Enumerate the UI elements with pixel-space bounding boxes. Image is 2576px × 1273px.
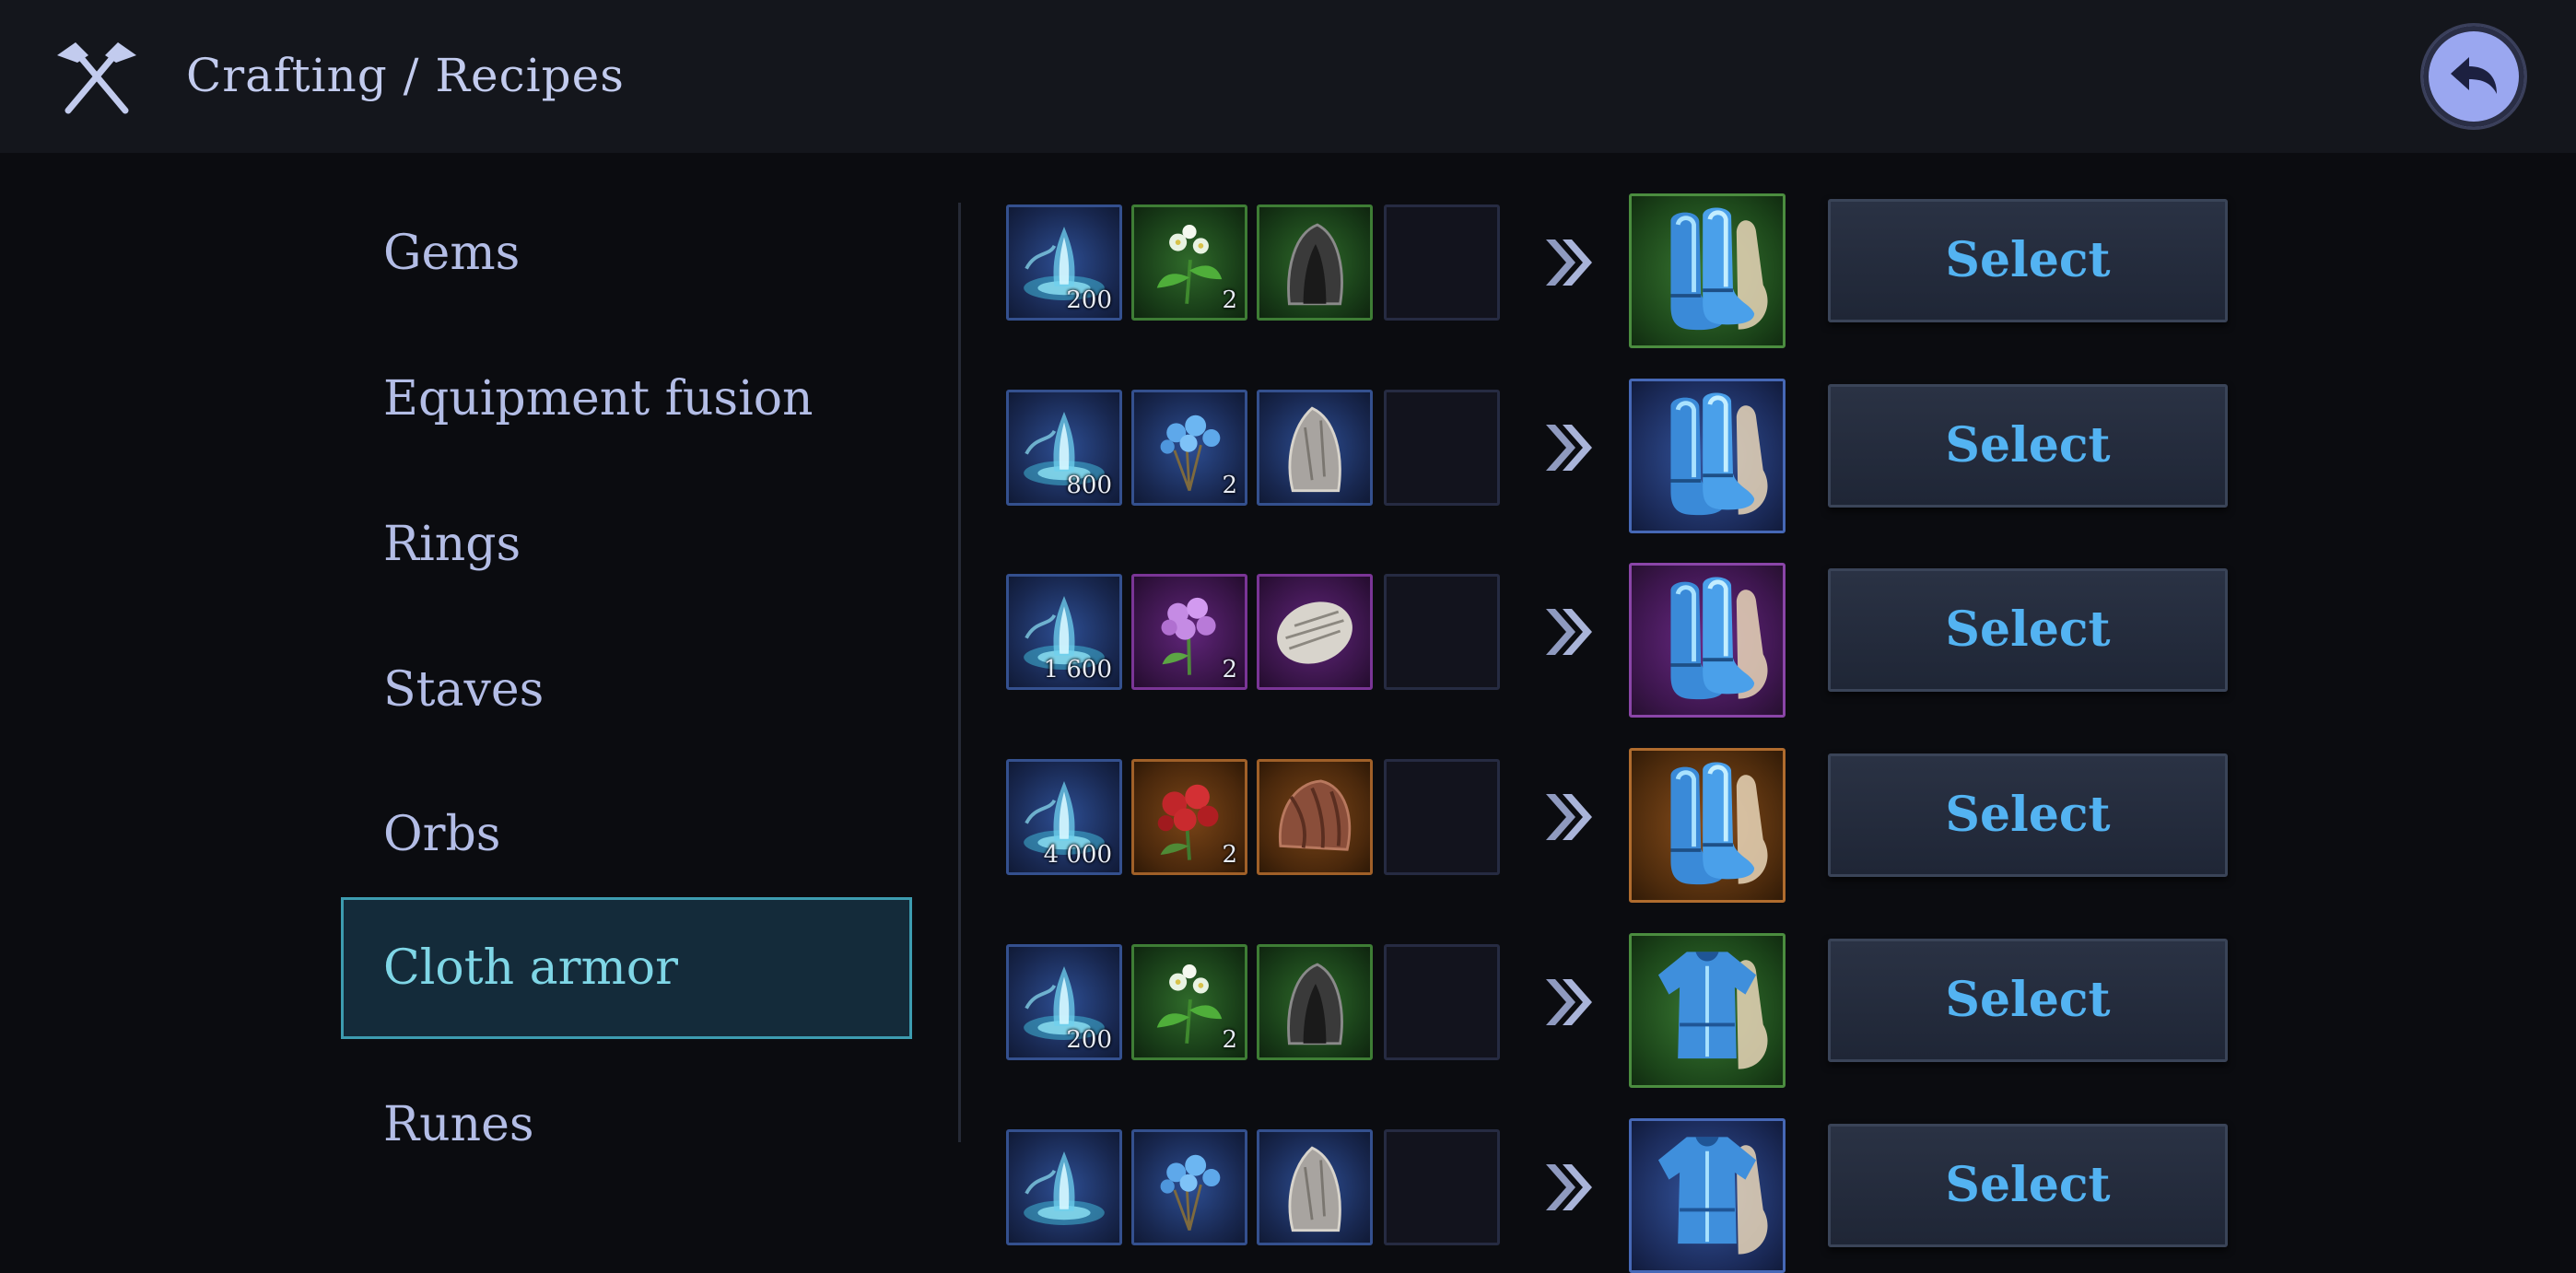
recipe-row: Select [1006,1118,2241,1273]
recipe-row: 4 000 2 Select [1006,748,2241,903]
essence-quantity: 200 [1066,1026,1112,1054]
flower-slot[interactable] [1131,1129,1247,1245]
flower-quantity: 2 [1222,1026,1237,1054]
back-button[interactable] [2423,26,2524,127]
category-cloth-armor[interactable]: Cloth armor [341,897,912,1039]
empty-slot[interactable] [1384,574,1500,690]
boots-icon [1632,196,1783,345]
essence-slot[interactable]: 200 [1006,204,1122,321]
category-orbs[interactable]: Orbs [341,764,912,905]
result-slot[interactable] [1629,563,1786,718]
boots-icon [1632,566,1783,715]
blue-flower-icon [1134,1132,1245,1243]
essence-quantity: 1 600 [1043,656,1112,683]
crossed-hammers-icon [52,35,142,118]
back-arrow-icon [2451,57,2497,94]
empty-slot[interactable] [1384,944,1500,1060]
arrow-right-icon [1540,788,1596,846]
select-button[interactable]: Select [1828,1124,2228,1247]
result-slot[interactable] [1629,748,1786,903]
category-equipment-fusion[interactable]: Equipment fusion [341,328,912,470]
recipe-row: 800 2 Select [1006,379,2241,533]
page-title: Crafting / Recipes [186,49,625,102]
result-slot[interactable] [1629,1118,1786,1273]
recipe-row: 200 2 Select [1006,933,2241,1088]
stone-icon [1259,1132,1370,1243]
stone-icon [1259,947,1370,1057]
flower-quantity: 2 [1222,286,1237,314]
fur-icon [1259,577,1370,687]
flower-slot[interactable]: 2 [1131,574,1247,690]
essence-slot[interactable]: 4 000 [1006,759,1122,875]
result-slot[interactable] [1629,193,1786,348]
recipe-row: 1 600 2 Select [1006,563,2241,718]
sidebar-divider [958,203,961,1142]
flower-quantity: 2 [1222,472,1237,499]
arrow-right-icon [1540,1159,1596,1216]
arrow-right-icon [1540,974,1596,1031]
empty-slot[interactable] [1384,759,1500,875]
flower-slot[interactable]: 2 [1131,759,1247,875]
top-bar: Crafting / Recipes [0,0,2576,153]
flower-slot[interactable]: 2 [1131,204,1247,321]
category-gems[interactable]: Gems [341,182,912,324]
flower-quantity: 2 [1222,656,1237,683]
material-slot[interactable] [1257,944,1373,1060]
category-rings[interactable]: Rings [341,473,912,615]
fur-icon [1259,762,1370,872]
essence-slot[interactable]: 800 [1006,390,1122,506]
stone-icon [1259,207,1370,318]
robe-icon [1632,936,1783,1085]
category-runes[interactable]: Runes [341,1054,912,1196]
boots-icon [1632,381,1783,531]
essence-quantity: 200 [1066,286,1112,314]
material-slot[interactable] [1257,390,1373,506]
material-slot[interactable] [1257,204,1373,321]
recipe-row: 200 2 Select [1006,193,2241,348]
category-staves[interactable]: Staves [341,619,912,761]
material-slot[interactable] [1257,1129,1373,1245]
material-slot[interactable] [1257,574,1373,690]
flower-slot[interactable]: 2 [1131,390,1247,506]
empty-slot[interactable] [1384,1129,1500,1245]
essence-quantity: 800 [1066,472,1112,499]
select-button[interactable]: Select [1828,568,2228,692]
arrow-right-icon [1540,234,1596,291]
select-button[interactable]: Select [1828,753,2228,877]
empty-slot[interactable] [1384,390,1500,506]
robe-icon [1632,1121,1783,1270]
result-slot[interactable] [1629,379,1786,533]
essence-quantity: 4 000 [1043,841,1112,869]
boots-icon [1632,751,1783,900]
essence-icon [1009,1132,1119,1243]
flower-slot[interactable]: 2 [1131,944,1247,1060]
select-button[interactable]: Select [1828,199,2228,322]
essence-slot[interactable] [1006,1129,1122,1245]
arrow-right-icon [1540,603,1596,660]
arrow-right-icon [1540,419,1596,476]
empty-slot[interactable] [1384,204,1500,321]
flower-quantity: 2 [1222,841,1237,869]
select-button[interactable]: Select [1828,939,2228,1062]
essence-slot[interactable]: 1 600 [1006,574,1122,690]
stone-icon [1259,392,1370,503]
essence-slot[interactable]: 200 [1006,944,1122,1060]
select-button[interactable]: Select [1828,384,2228,508]
result-slot[interactable] [1629,933,1786,1088]
material-slot[interactable] [1257,759,1373,875]
